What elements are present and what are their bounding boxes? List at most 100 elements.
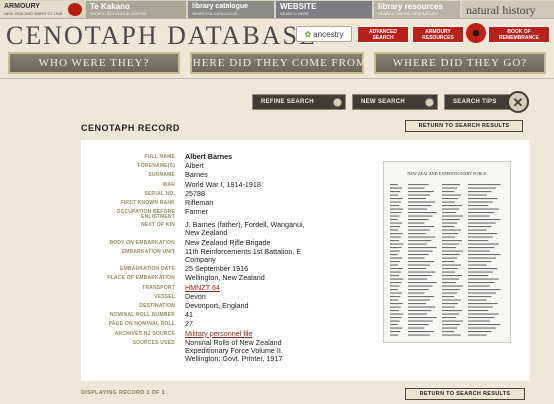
field-value: Devon (185, 291, 206, 301)
field-value: Wellington, New Zealand (185, 273, 265, 283)
site-header: CENOTAPH DATABASE ✿ ancestry ADVANCED SE… (0, 19, 554, 50)
nominal-roll-document-thumbnail[interactable]: NEW ZEALAND EXPEDITIONARY FORCE (383, 161, 511, 343)
tab-where-did-they-come-from[interactable]: WHERE DID THEY COME FROM? (181, 52, 372, 74)
new-search-button[interactable]: NEW SEARCH (352, 94, 438, 110)
document-text-line (390, 254, 398, 256)
document-text-line (442, 191, 455, 193)
document-text-line (390, 331, 401, 333)
armoury-link[interactable]: ARMOURY NEW ZEALAND WARS TO 1945 (0, 1, 68, 18)
document-text-line (408, 243, 428, 245)
record-field-row: TRANSPORT HMNZT 64 (81, 283, 381, 292)
close-icon[interactable]: ✕ (507, 91, 529, 113)
document-text-line (408, 187, 425, 189)
document-text-line (390, 212, 402, 214)
refine-search-button[interactable]: REFINE SEARCH (252, 94, 346, 110)
document-text-line (390, 187, 403, 189)
record-fields: FULL NAME Albert Barnes FORENAME(S) Albert S… (81, 152, 381, 364)
document-text-line (390, 261, 401, 263)
search-tips-button[interactable]: SEARCH TIPS (444, 94, 512, 110)
natural-history-label: natural history (466, 2, 536, 17)
leaf-icon: ✿ (304, 29, 312, 39)
document-text-line (468, 194, 487, 196)
record-field-row: FULL NAME Albert Barnes (81, 152, 381, 161)
document-text-line (408, 205, 432, 207)
document-text-line (442, 205, 462, 207)
document-text-line (468, 236, 493, 238)
document-text-line (468, 247, 495, 249)
document-text-line (390, 317, 402, 319)
document-text-line (442, 229, 461, 231)
document-text-line (468, 320, 490, 322)
document-text-line (468, 289, 501, 291)
document-text-line (442, 243, 460, 245)
document-text-line (468, 324, 501, 326)
document-text-line (390, 240, 399, 242)
document-text-line (390, 198, 403, 200)
document-text-line (468, 292, 496, 294)
armoury-resources-button[interactable]: ARMOURY RESOURCES (412, 26, 464, 43)
return-to-results-button[interactable]: RETURN TO SEARCH RESULTS (405, 120, 523, 132)
record-title: CENOTAPH RECORD (81, 123, 180, 133)
document-text-line (442, 278, 460, 280)
field-label: DESTINATION (139, 303, 175, 310)
refine-search-label: REFINE SEARCH (261, 99, 314, 105)
document-text-line (468, 250, 490, 252)
document-text-line (390, 324, 398, 326)
document-text-line (390, 201, 401, 203)
ancestry-label: ancestry (313, 29, 344, 39)
document-text-line (408, 254, 429, 256)
field-label: ARCHIVES NZ SOURCE (114, 330, 175, 337)
field-value: Rifleman (185, 198, 214, 208)
field-value: Barnes (185, 170, 208, 180)
record-field-row: OCCUPATION BEFORE ENLISTMENT Farmer (81, 208, 381, 220)
document-text-line (390, 222, 403, 224)
document-text-line (468, 306, 493, 308)
library-catalogue-link[interactable]: library catalogue SEARCH & CATALOGUE (188, 1, 274, 18)
document-text-line (390, 243, 404, 245)
document-text-line (468, 278, 499, 280)
document-text-line (442, 285, 463, 287)
field-value[interactable]: Military personnel file (185, 329, 320, 338)
field-label: NEXT OF KIN (141, 222, 175, 229)
document-text-line (390, 250, 400, 252)
tab-where-did-they-go[interactable]: WHERE DID THEY GO? (374, 52, 546, 74)
record-field-row: SERIAL NO. 25788 (81, 189, 381, 198)
document-heading: NEW ZEALAND EXPEDITIONARY FORCE (407, 171, 487, 176)
tekakano-link[interactable]: Te Kakano PACIFIC RESOURCE CENTRE (86, 1, 186, 18)
natural-history-link[interactable]: natural history (462, 1, 554, 18)
field-value: New Zealand Rifle Brigade (185, 237, 271, 247)
document-text-line (468, 208, 499, 210)
document-text-line (442, 247, 457, 249)
document-text-line (442, 201, 456, 203)
document-text-line (408, 264, 430, 266)
website-search-link[interactable]: WEBSITE SEARCH HERE (276, 1, 372, 18)
book-of-remembrance-button[interactable]: BOOK OF REMEMBRANCE (488, 26, 550, 43)
document-text-line (468, 310, 489, 312)
document-text-line (468, 198, 498, 200)
field-value: 11th Reinforcements 1st Battalion, E Com… (185, 246, 302, 265)
document-text-line (442, 198, 459, 200)
main-nav: WHO WERE THEY? WHERE DID THEY COME FROM?… (0, 49, 554, 79)
library-resources-link[interactable]: library resources SEARCH ONLINE RESOURCE… (374, 1, 460, 18)
document-text-line (468, 240, 489, 242)
document-text-line (468, 243, 499, 245)
document-text-line (390, 320, 400, 322)
return-to-results-button-bottom[interactable]: RETURN TO SEARCH RESULTS (405, 388, 525, 400)
document-text-line (468, 233, 498, 235)
field-value: J. Barnes (father), Fordell, Wanganui, N… (185, 220, 305, 238)
document-text-line (468, 229, 487, 231)
document-text-line (468, 282, 495, 284)
field-value: World War I, 1914-1918 (185, 179, 261, 189)
document-text-line (442, 282, 457, 284)
advanced-search-button[interactable]: ADVANCED SEARCH (357, 26, 409, 43)
field-value[interactable]: HMNZT 64 (185, 283, 320, 292)
document-text-line (408, 208, 428, 210)
document-text-line (442, 240, 462, 242)
record-field-row: DESTINATION Devonport, England (81, 301, 381, 310)
ancestry-link[interactable]: ✿ ancestry (296, 26, 352, 42)
document-text-line (442, 292, 458, 294)
tab-who-were-they[interactable]: WHO WERE THEY? (8, 52, 180, 74)
document-text-line (468, 268, 498, 270)
document-text-line (390, 268, 403, 270)
document-text-line (408, 289, 429, 291)
